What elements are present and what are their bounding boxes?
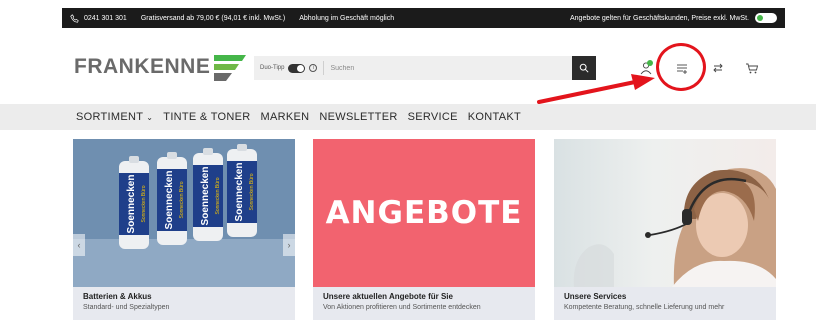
status-dot (647, 60, 653, 66)
battery-brand: Soennecken (234, 163, 245, 222)
nav-item-newsletter[interactable]: NEWSLETTER (319, 111, 397, 123)
card-subtitle: Standard- und Spezialtypen (83, 304, 170, 311)
logo-text: FRANKENNE (74, 55, 211, 78)
category-card-offers[interactable]: ANGEBOTE Unsere aktuellen Angebote für S… (313, 139, 535, 320)
card-title: Unsere Services (564, 292, 627, 301)
card-title: Batterien & Akkus (83, 292, 152, 301)
nav-item-sortiment[interactable]: SORTIMENT ⌄ (76, 111, 153, 123)
services-image (554, 139, 776, 287)
battery-slogan: Sonnecken Büro (141, 185, 147, 222)
battery-slogan: Sonnecken Büro (249, 173, 255, 210)
nav-label: MARKEN (260, 111, 310, 123)
pickup-info: Abholung im Geschäft möglich (299, 14, 395, 22)
nav-item-kontakt[interactable]: KONTAKT (468, 111, 521, 123)
chevron-left-icon: ‹ (77, 240, 81, 250)
nav-label: SORTIMENT (76, 111, 144, 123)
offers-banner: ANGEBOTE (313, 139, 535, 287)
slider-prev-button[interactable]: ‹ (73, 234, 85, 256)
main-nav: SORTIMENT ⌄ TINTE & TONER MARKEN NEWSLETT… (0, 104, 816, 130)
nav-item-tinte-toner[interactable]: TINTE & TONER (163, 111, 250, 123)
card-subtitle: Kompetente Beratung, schnelle Lieferung … (564, 304, 725, 311)
search-separator (323, 61, 325, 75)
duo-tipp-label: Duo-Tipp (260, 65, 285, 71)
info-icon[interactable]: i (309, 64, 318, 72)
phone-number: 0241 301 301 (84, 14, 127, 22)
chevron-right-icon: › (287, 240, 291, 250)
battery-brand: Soennecken (126, 175, 137, 234)
top-bar-inner: 0241 301 301 Gratisversand ab 79,00 € (9… (62, 8, 785, 28)
top-bar: 0241 301 301 Gratisversand ab 79,00 € (9… (0, 0, 816, 36)
category-card-batteries[interactable]: Soennecken Sonnecken Büro Soennecken Son… (73, 139, 295, 320)
card-caption: Batterien & Akkus Standard- und Spezialt… (73, 287, 295, 320)
card-subtitle: Von Aktionen profitieren und Sortimente … (323, 304, 481, 311)
slider-next-button[interactable]: › (283, 234, 295, 256)
card-title: Unsere aktuellen Angebote für Sie (323, 292, 453, 301)
nav-label: NEWSLETTER (319, 111, 398, 123)
nav-label: SERVICE (407, 111, 458, 123)
nav-item-marken[interactable]: MARKEN (261, 111, 310, 123)
chevron-down-icon: ⌄ (146, 112, 154, 122)
batteries-illustration: Soennecken Sonnecken Büro Soennecken Son… (73, 139, 295, 287)
duo-tipp-toggle[interactable] (288, 63, 306, 73)
cart-button[interactable] (742, 58, 762, 78)
phone-icon (70, 13, 79, 23)
compare-arrows-icon (713, 63, 723, 73)
battery-slogan: Sonnecken Büro (215, 177, 221, 214)
card-caption: Unsere aktuellen Angebote für Sie Von Ak… (313, 287, 535, 320)
battery-slogan: Sonnecken Büro (179, 181, 185, 218)
shipping-info: Gratisversand ab 79,00 € (94,01 € inkl. … (140, 14, 286, 22)
cart-icon (746, 63, 759, 74)
logo-mark-icon (214, 55, 247, 81)
card-caption: Unsere Services Kompetente Beratung, sch… (554, 287, 776, 320)
battery-brand: Soennecken (164, 171, 175, 230)
site-logo[interactable]: FRANKENNE (74, 54, 248, 81)
compare-button[interactable] (708, 58, 728, 78)
support-agent-illustration (573, 168, 776, 287)
nav-item-service[interactable]: SERVICE (408, 111, 458, 123)
business-note: Angebote gelten für Geschäftskunden, Pre… (570, 14, 749, 22)
search-input[interactable] (330, 64, 572, 72)
vat-toggle[interactable] (755, 13, 777, 23)
nav-label: TINTE & TONER (163, 111, 251, 123)
offers-banner-text: ANGEBOTE (325, 195, 523, 231)
nav-label: KONTAKT (467, 111, 522, 123)
category-card-services[interactable]: Unsere Services Kompetente Beratung, sch… (554, 139, 776, 320)
batteries-image: Soennecken Sonnecken Büro Soennecken Son… (73, 139, 295, 287)
phone-link[interactable]: 0241 301 301 (70, 13, 127, 23)
battery-brand: Soennecken (200, 167, 211, 226)
